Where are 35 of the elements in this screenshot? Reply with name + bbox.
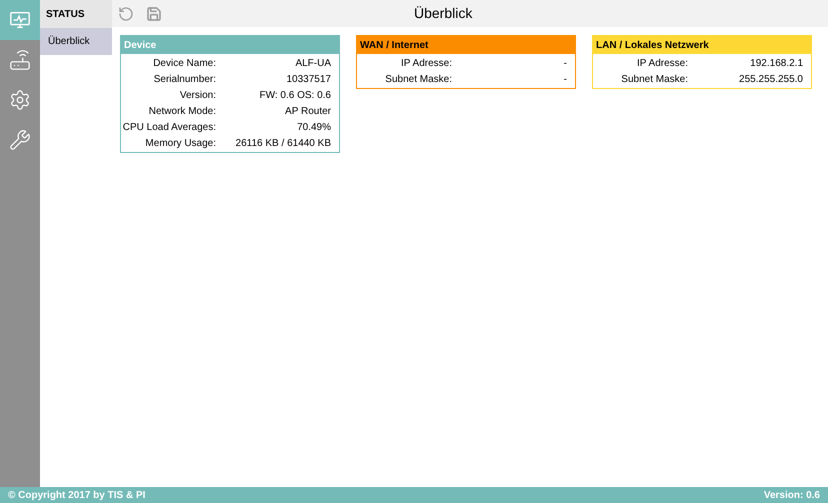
field-label: Device Name: — [152, 56, 216, 70]
router-icon — [9, 49, 31, 71]
page-title: Überblick — [414, 4, 472, 23]
card-title: LAN / Lokales Netzwerk — [593, 36, 811, 54]
card-title: WAN / Internet — [357, 36, 575, 54]
field-value: 192.168.2.1 — [749, 56, 804, 70]
field-label: IP Adresse: — [636, 56, 688, 70]
undo-icon[interactable] — [118, 6, 134, 22]
settings-icon — [9, 89, 31, 111]
copyright-text: © Copyright 2017 by TIS & PI — [8, 488, 146, 502]
monitor-icon — [9, 9, 31, 31]
field-label: Version: — [178, 88, 216, 102]
field-value: 255.255.255.0 — [738, 72, 804, 86]
field-value: - — [562, 72, 568, 86]
field-value: 26116 KB / 61440 KB — [234, 136, 332, 150]
version-text: Version: 0.6 — [764, 488, 820, 502]
field-label: Serialnumber: — [152, 72, 216, 86]
field-label: IP Adresse: — [400, 56, 452, 70]
field-value: 70.49% — [296, 120, 332, 134]
field-label: Memory Usage: — [144, 136, 216, 150]
field-label: Network Mode: — [148, 104, 216, 118]
field-value: - — [562, 56, 568, 70]
field-label: Subnet Maske: — [620, 72, 688, 86]
submenu-header: STATUS — [40, 0, 112, 28]
save-icon[interactable] — [146, 6, 162, 22]
field-value: ALF-UA — [294, 56, 332, 70]
field-label: CPU Load Averages: — [122, 120, 216, 134]
field-value: 10337517 — [286, 72, 332, 86]
field-value: FW: 0.6 OS: 0.6 — [258, 88, 332, 102]
field-value: AP Router — [284, 104, 332, 118]
card-title: Device — [121, 36, 339, 54]
nav-item[interactable] — [0, 0, 40, 40]
field-label: Subnet Maske: — [384, 72, 452, 86]
wrench-icon — [9, 129, 31, 151]
submenu-item[interactable]: Überblick — [40, 28, 112, 55]
